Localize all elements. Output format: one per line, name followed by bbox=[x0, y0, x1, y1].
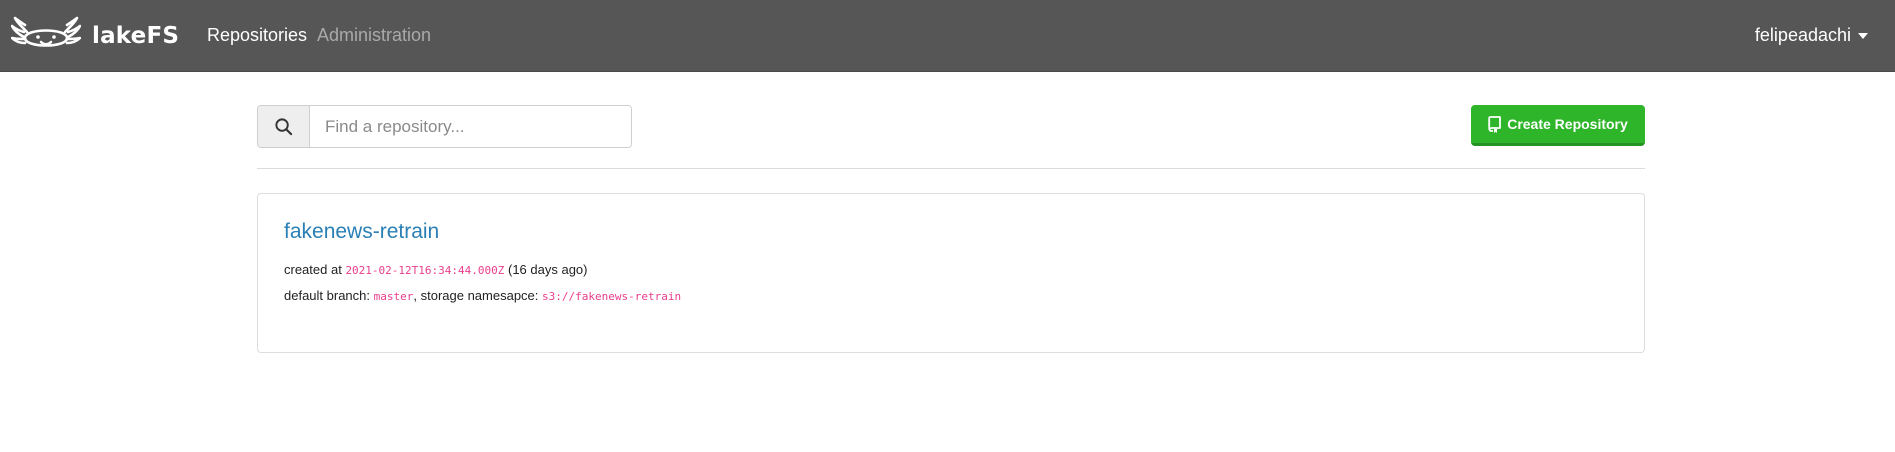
storage-namespace-value: s3://fakenews-retrain bbox=[542, 290, 682, 303]
section-divider bbox=[257, 168, 1645, 169]
created-timestamp: 2021-02-12T16:34:44.000Z bbox=[345, 264, 505, 277]
search-icon-addon bbox=[258, 106, 310, 147]
search-icon bbox=[275, 118, 293, 136]
repo-icon bbox=[1488, 115, 1502, 133]
repository-details: default branch: master, storage namesapc… bbox=[284, 288, 681, 305]
username: felipeadachi bbox=[1754, 25, 1851, 45]
default-branch-label: default branch: bbox=[284, 288, 374, 303]
created-relative: (16 days ago) bbox=[504, 262, 588, 277]
caret-down-icon bbox=[1858, 32, 1868, 39]
repository-card: fakenews-retrain created at 2021-02-12T1… bbox=[257, 193, 1645, 353]
create-repository-button[interactable]: Create Repository bbox=[1471, 105, 1645, 146]
default-branch-value: master bbox=[373, 290, 414, 303]
repository-created: created at 2021-02-12T16:34:44.000Z (16 … bbox=[284, 262, 588, 279]
storage-namespace-label: , storage namesapce: bbox=[413, 288, 543, 303]
search-input[interactable] bbox=[310, 106, 631, 147]
created-label: created at bbox=[284, 262, 346, 277]
brand-link[interactable]: lakeFS bbox=[11, 10, 179, 62]
brand-name: lakeFS bbox=[92, 23, 180, 49]
create-repository-label: Create Repository bbox=[1507, 116, 1628, 132]
nav-repositories[interactable]: Repositories bbox=[207, 24, 307, 46]
repository-search bbox=[257, 105, 632, 148]
axolotl-logo-icon bbox=[11, 16, 81, 47]
user-menu-dropdown[interactable]: felipeadachi bbox=[1755, 24, 1868, 46]
nav-administration[interactable]: Administration bbox=[317, 24, 431, 46]
top-navbar: lakeFS Repositories Administration felip… bbox=[0, 0, 1895, 72]
repository-name-link[interactable]: fakenews-retrain bbox=[284, 219, 439, 245]
